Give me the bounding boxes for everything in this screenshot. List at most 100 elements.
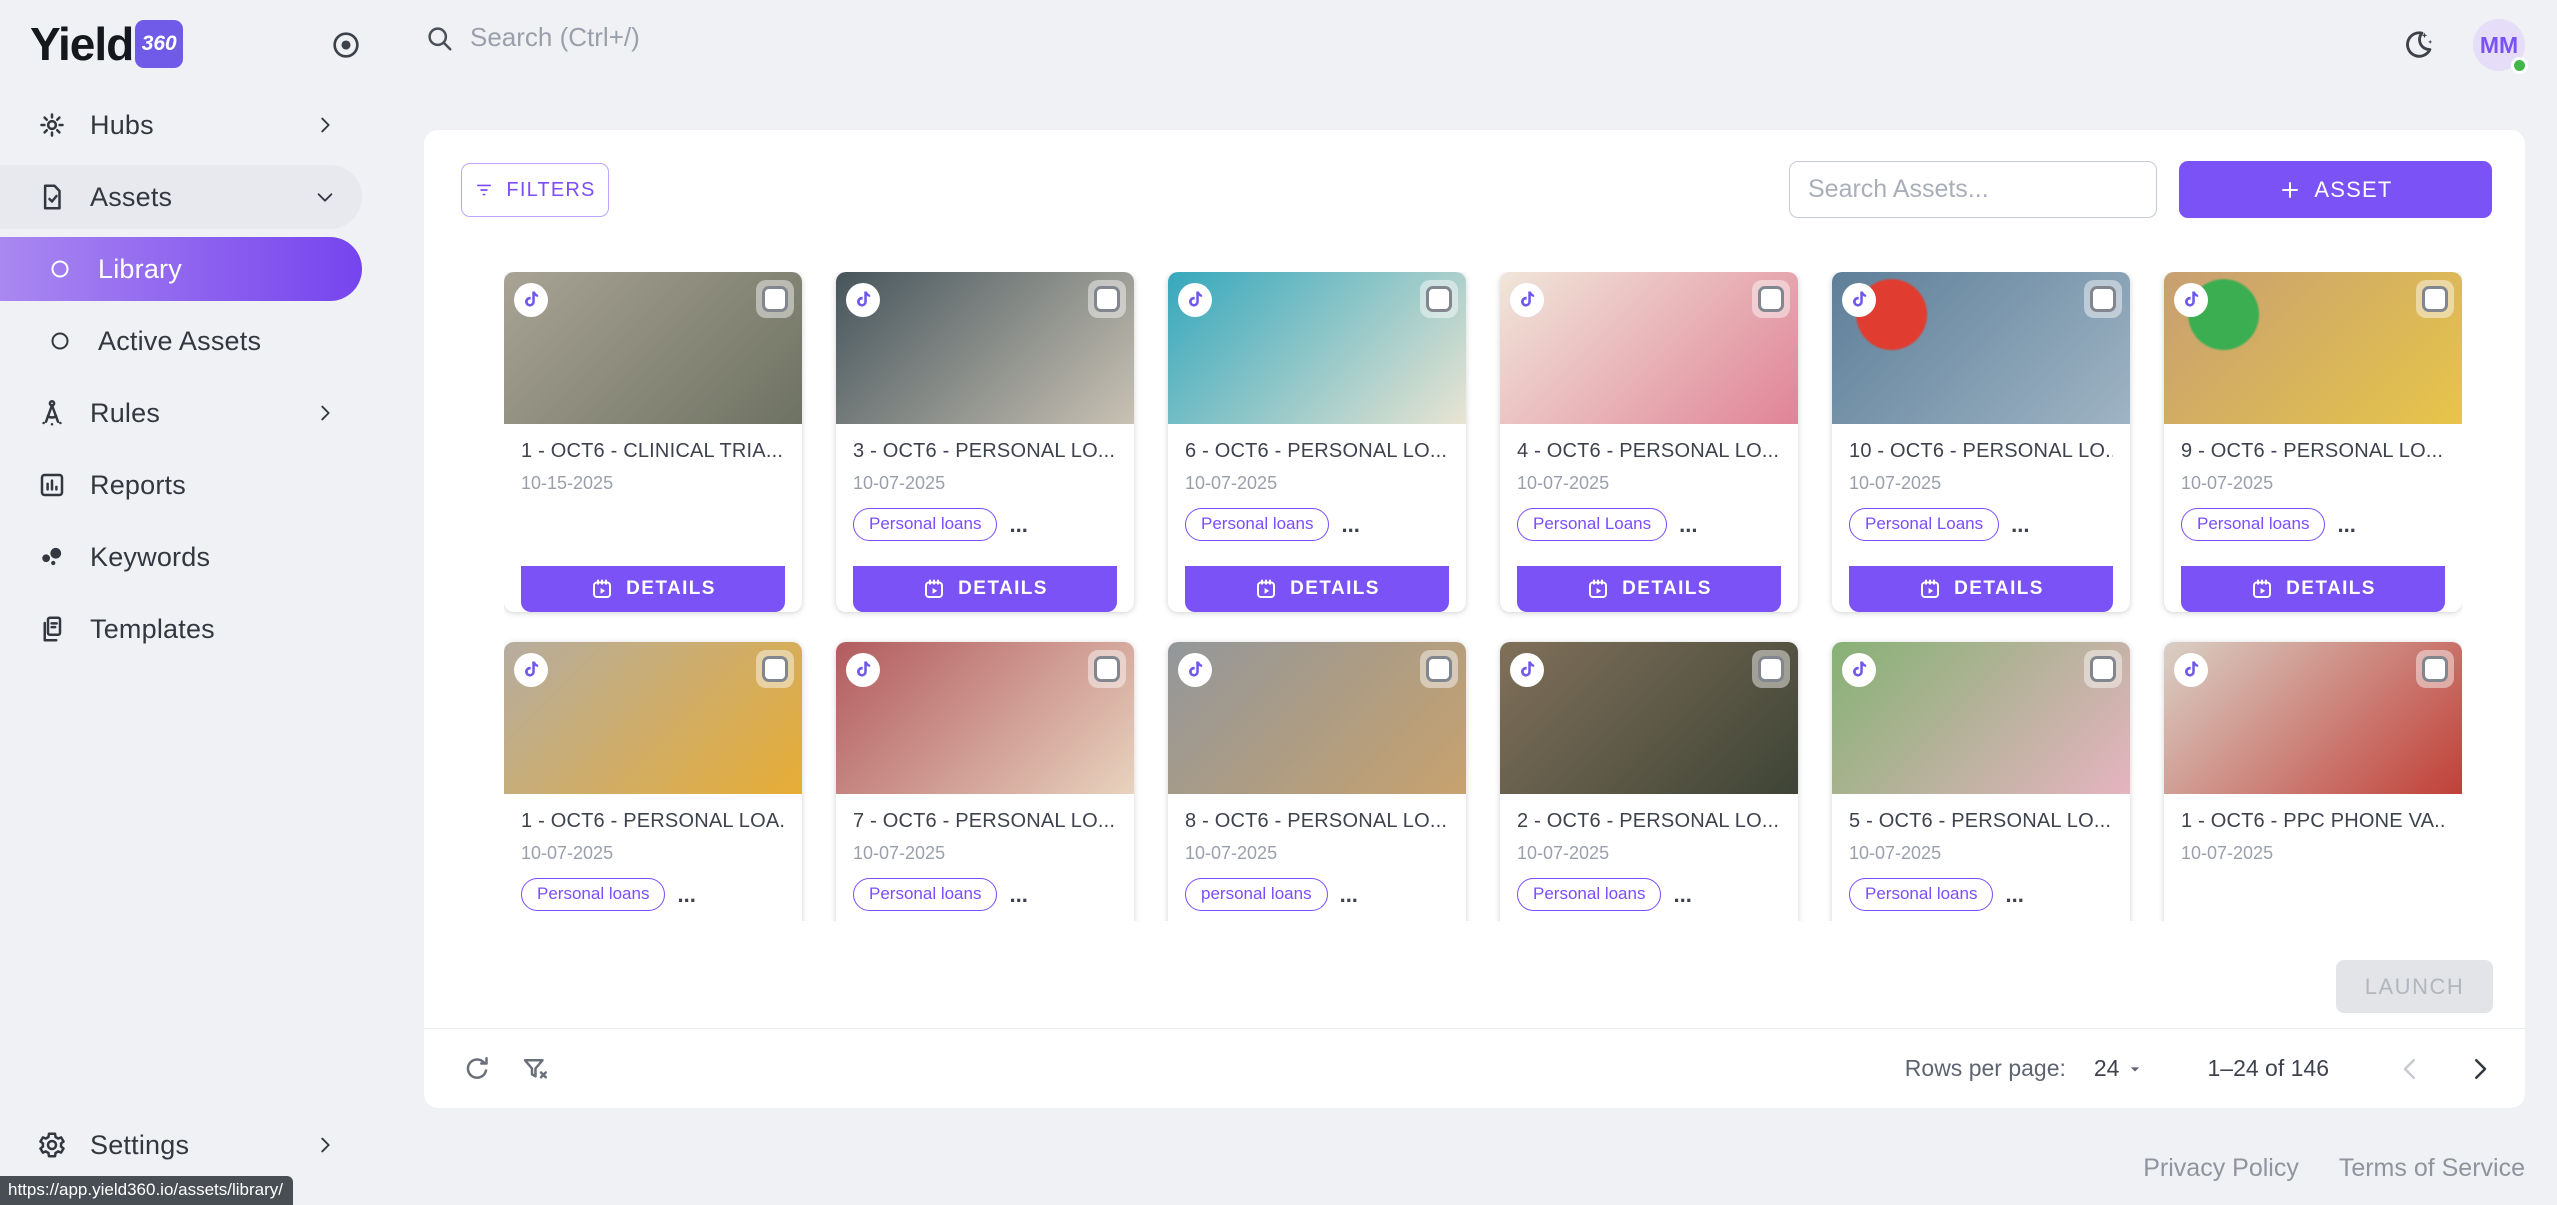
asset-grid-viewport[interactable]: 1 - OCT6 - CLINICAL TRIA... 10-15-2025 D… [504,272,2462,921]
tiktok-icon [514,283,548,317]
asset-card: 9 - OCT6 - PERSONAL LO... 10-07-2025 Per… [2164,272,2462,612]
asset-checkbox[interactable] [1088,280,1126,318]
asset-thumbnail[interactable] [2164,642,2462,794]
sidebar-item-library[interactable]: Library [0,237,362,301]
asset-checkbox[interactable] [2416,280,2454,318]
asset-thumbnail[interactable] [1168,642,1466,794]
asset-tag-chip[interactable]: Personal loans [1517,878,1661,911]
asset-tag-chip[interactable]: Personal loans [2181,508,2325,541]
asset-thumbnail[interactable] [1500,642,1798,794]
asset-thumbnail[interactable] [504,272,802,424]
tiktok-icon [1842,653,1876,687]
sidebar-item-templates[interactable]: Templates [0,597,362,661]
next-page-chevron-right-icon[interactable] [2465,1054,2495,1084]
calendar-play-icon [922,577,946,601]
asset-tag-chip[interactable]: Personal loans [1185,508,1329,541]
more-tags[interactable]: ... [1009,520,1027,530]
app-logo[interactable]: Yield 360 [30,17,183,71]
sidebar-item-keywords[interactable]: Keywords [0,525,362,589]
details-button[interactable]: DETAILS [1517,566,1781,612]
asset-title: 4 - OCT6 - PERSONAL LO... [1517,440,1781,463]
details-button[interactable]: DETAILS [1185,566,1449,612]
asset-title: 7 - OCT6 - PERSONAL LO... [853,810,1117,833]
global-search [424,22,1324,53]
refresh-icon[interactable] [462,1054,492,1084]
filter-icon [474,180,494,200]
asset-checkbox[interactable] [1088,650,1126,688]
reports-icon [36,469,68,501]
chevron-right-icon [314,114,336,136]
asset-tag-chip[interactable]: Personal Loans [1517,508,1667,541]
more-tags[interactable]: ... [1340,890,1358,900]
sidebar-item-label: Settings [90,1130,189,1161]
asset-thumbnail[interactable] [836,272,1134,424]
add-asset-button[interactable]: ASSET [2179,161,2492,218]
asset-title: 1 - OCT6 - PERSONAL LOA... [521,810,785,833]
terms-of-service-link[interactable]: Terms of Service [2339,1154,2525,1183]
more-tags[interactable]: ... [1673,890,1691,900]
filters-button[interactable]: FILTERS [461,163,609,217]
asset-checkbox[interactable] [2084,650,2122,688]
asset-tag-chip[interactable]: Personal loans [1849,878,1993,911]
online-status-dot [2511,57,2528,74]
more-tags[interactable]: ... [1009,890,1027,900]
asset-checkbox[interactable] [1752,280,1790,318]
asset-date: 10-07-2025 [2181,843,2445,864]
asset-checkbox[interactable] [1420,280,1458,318]
dark-mode-moon-icon[interactable] [2401,28,2435,62]
asset-thumbnail[interactable] [1832,642,2130,794]
rows-per-page-select[interactable]: 24 [2094,1055,2146,1082]
asset-thumbnail[interactable] [2164,272,2462,424]
tiktok-icon [1510,653,1544,687]
asset-thumbnail[interactable] [1500,272,1798,424]
asset-checkbox[interactable] [1420,650,1458,688]
avatar[interactable]: MM [2473,19,2525,71]
global-search-input[interactable] [470,22,1230,53]
launch-button[interactable]: LAUNCH [2336,960,2493,1013]
details-button[interactable]: DETAILS [853,566,1117,612]
asset-tag-chip[interactable]: Personal loans [853,508,997,541]
asset-thumbnail[interactable] [1832,272,2130,424]
more-tags[interactable]: ... [2011,520,2029,530]
sidebar-item-settings[interactable]: Settings [0,1113,362,1177]
asset-checkbox[interactable] [2416,650,2454,688]
tiktok-icon [846,283,880,317]
details-button[interactable]: DETAILS [1849,566,2113,612]
gear-icon [36,1129,68,1161]
more-tags[interactable]: ... [1341,520,1359,530]
details-button[interactable]: DETAILS [521,566,785,612]
asset-tag-chip[interactable]: Personal loans [853,878,997,911]
chevron-right-icon [314,402,336,424]
sidebar-toggle-target-icon[interactable] [330,29,362,61]
page-footer: Privacy Policy Terms of Service [2143,1154,2525,1183]
sidebar-item-rules[interactable]: Rules [0,381,362,445]
asset-checkbox[interactable] [756,650,794,688]
more-tags[interactable]: ... [2337,520,2355,530]
asset-thumbnail[interactable] [836,642,1134,794]
calendar-play-icon [1918,577,1942,601]
rows-per-page-label: Rows per page: [1905,1055,2066,1082]
calendar-play-icon [1254,577,1278,601]
asset-tag-chip[interactable]: personal loans [1185,878,1328,911]
asset-checkbox[interactable] [1752,650,1790,688]
search-icon [424,23,454,53]
asset-checkbox[interactable] [2084,280,2122,318]
asset-checkbox[interactable] [756,280,794,318]
asset-thumbnail[interactable] [1168,272,1466,424]
sidebar-item-reports[interactable]: Reports [0,453,362,517]
more-tags[interactable]: ... [677,890,695,900]
asset-tag-chip[interactable]: Personal Loans [1849,508,1999,541]
more-tags[interactable]: ... [1679,520,1697,530]
asset-thumbnail[interactable] [504,642,802,794]
sidebar-item-active-assets[interactable]: Active Assets [0,309,362,373]
sidebar: Hubs Assets Library Active Assets Rules … [0,90,365,1205]
clear-filters-icon[interactable] [520,1054,550,1084]
sidebar-item-assets[interactable]: Assets [0,165,362,229]
assets-search-input[interactable] [1789,161,2157,218]
asset-title: 9 - OCT6 - PERSONAL LO... [2181,440,2445,463]
sidebar-item-hubs[interactable]: Hubs [0,93,362,157]
more-tags[interactable]: ... [2005,890,2023,900]
asset-tag-chip[interactable]: Personal loans [521,878,665,911]
privacy-policy-link[interactable]: Privacy Policy [2143,1154,2299,1183]
details-button[interactable]: DETAILS [2181,566,2445,612]
